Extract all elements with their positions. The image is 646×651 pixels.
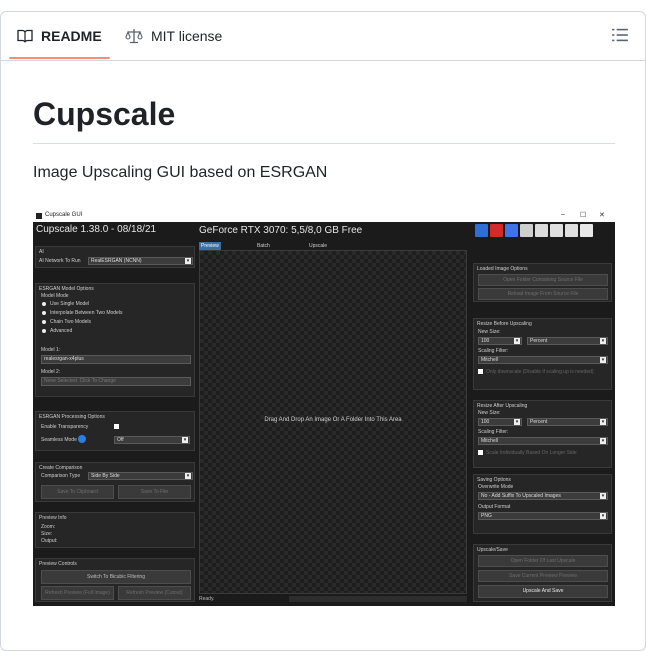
processing-panel: ESRGAN Processing Options Enable Transpa… — [35, 411, 195, 451]
title-divider — [33, 143, 615, 144]
tab-license[interactable]: MIT license — [125, 12, 222, 60]
comparison-type-select[interactable]: Side By Side — [88, 472, 193, 480]
book-icon — [17, 29, 33, 43]
seamless-select[interactable]: Off — [114, 436, 190, 444]
open-last-upscale-button[interactable]: Open Folder Of Last Upscale — [478, 555, 608, 567]
active-tab-indicator — [9, 57, 110, 59]
preview-drop-area[interactable]: Drag And Drop An Image Or A Folder Into … — [199, 250, 467, 594]
readme-title: Cupscale — [33, 96, 176, 132]
model2-field[interactable]: None Selected. Click To Change — [41, 377, 191, 386]
resize-after-panel: Resize After Upscaling New Size: 100 Per… — [473, 400, 612, 468]
ai-panel: AI AI Network To Run RealESRGAN (NCNN) — [35, 246, 195, 268]
bicubic-button[interactable]: Switch To Bicubic Filtering — [41, 570, 191, 584]
before-filter-select[interactable]: Mitchell — [478, 356, 608, 364]
app-toolbar — [475, 224, 593, 238]
before-downscale-checkbox[interactable] — [478, 369, 483, 374]
transparency-checkbox[interactable] — [114, 424, 119, 429]
mode-radio-single[interactable] — [42, 302, 46, 306]
mode-radio-chain[interactable] — [42, 320, 46, 324]
readme-tabbar: README MIT license — [1, 12, 645, 61]
esrgan-model-panel: ESRGAN Model Options Model Mode Use Sing… — [35, 283, 195, 397]
layers-icon — [535, 224, 548, 237]
drop-hint: Drag And Drop An Image Or A Folder Into … — [264, 417, 402, 423]
maximize-icon: ☐ — [580, 212, 587, 219]
before-size-input[interactable]: 100 — [478, 337, 522, 345]
save-to-file-button[interactable]: Save To File — [118, 485, 191, 499]
mode-radio-interp[interactable] — [42, 311, 46, 315]
readme-card: README MIT license Cupscale Image Upscal… — [0, 11, 646, 651]
paint-icon — [475, 224, 488, 237]
preview-info-panel: Preview Info Zoom: Size: Output: — [35, 512, 195, 548]
minimize-icon: – — [561, 211, 565, 218]
discord-icon — [505, 224, 518, 237]
refresh-full-button[interactable]: Refresh Preview (Full Image) — [41, 586, 114, 600]
open-source-folder-button[interactable]: Open Folder Containing Source File — [478, 274, 608, 286]
tab-readme-label: README — [41, 28, 102, 44]
comparison-panel: Create Comparison Comparison Type Side B… — [35, 462, 195, 502]
upscale-and-save-button[interactable]: Upscale And Save — [478, 585, 608, 598]
tab-readme[interactable]: README — [17, 12, 102, 60]
model1-field[interactable]: realesrgan-x4plus — [41, 355, 191, 364]
before-unit-select[interactable]: Percent — [527, 337, 608, 345]
upscale-save-panel: Upscale/Save Open Folder Of Last Upscale… — [473, 544, 612, 602]
reload-image-button[interactable]: Reload Image From Source File — [478, 288, 608, 300]
resize-before-panel: Resize Before Upscaling New Size: 100 Pe… — [473, 318, 612, 390]
tab-batch-upscale[interactable]: Batch Upscale — [255, 242, 277, 257]
progress-bar — [289, 596, 467, 602]
patreon-icon — [490, 224, 503, 237]
save-preview-button[interactable]: Save Current Preview Preview — [478, 570, 608, 582]
after-filter-select[interactable]: Mitchell — [478, 437, 608, 445]
save-to-clipboard-button[interactable]: Save To Clipboard — [41, 485, 114, 499]
gear-icon — [580, 224, 593, 237]
close-icon: ✕ — [599, 212, 605, 219]
folder-icon — [550, 224, 563, 237]
app-icon — [36, 213, 42, 219]
gpu-status: GeForce RTX 3070: 5,5/8,0 GB Free — [199, 225, 363, 236]
app-window-title: Cupscale GUI — [45, 212, 83, 218]
preview-controls-panel: Preview Controls Switch To Bicubic Filte… — [35, 558, 195, 602]
readme-description: Image Upscaling GUI based on ESRGAN — [33, 164, 328, 181]
refresh-cutout-button[interactable]: Refresh Preview (Cutout) — [118, 586, 191, 600]
after-size-input[interactable]: 100 — [478, 418, 522, 426]
after-unit-select[interactable]: Percent — [527, 418, 608, 426]
ai-network-select[interactable]: RealESRGAN (NCNN) — [88, 257, 193, 265]
app-screenshot[interactable]: Cupscale GUI – ☐ ✕ Cupscale 1.38.0 - 08/… — [33, 210, 615, 606]
checklist-icon — [565, 224, 578, 237]
mode-radio-advanced[interactable] — [42, 329, 46, 333]
loaded-image-panel: Loaded Image Options Open Folder Contain… — [473, 263, 612, 302]
tab-upscale-videos[interactable]: Upscale Videos — [307, 242, 329, 257]
saving-options-panel: Saving Options Overwrite Mode No - Add S… — [473, 474, 612, 534]
app-version: Cupscale 1.38.0 - 08/18/21 — [36, 224, 157, 235]
help-icon[interactable] — [78, 435, 86, 443]
tab-license-label: MIT license — [151, 28, 223, 44]
outline-list-icon[interactable] — [611, 26, 629, 44]
after-longer-side-checkbox[interactable] — [478, 450, 483, 455]
app-titlebar: Cupscale GUI – ☐ ✕ — [33, 210, 615, 222]
status-text: Ready. — [199, 596, 215, 602]
law-icon — [125, 29, 143, 44]
tab-preview-image[interactable]: Preview Image — [199, 242, 221, 257]
output-format-select[interactable]: PNG — [478, 512, 608, 520]
gallery-icon — [520, 224, 533, 237]
overwrite-mode-select[interactable]: No - Add Suffix To Upscaled Images — [478, 492, 608, 500]
